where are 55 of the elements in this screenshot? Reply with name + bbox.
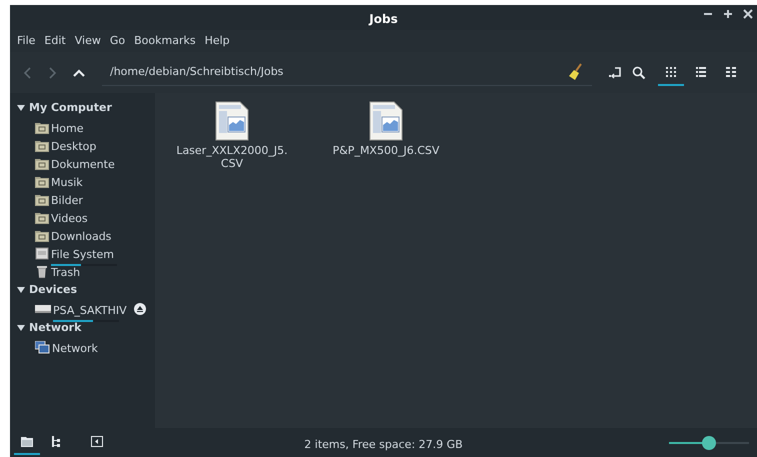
- sidebar-item[interactable]: Downloads: [51, 230, 112, 243]
- folder-icon: [35, 228, 49, 242]
- menu-item[interactable]: Help: [204, 32, 230, 50]
- drive-icon: [35, 246, 49, 260]
- menu-item[interactable]: Bookmarks: [134, 32, 196, 50]
- zoom-slider[interactable]: [669, 434, 749, 450]
- folder-icon: [35, 138, 49, 152]
- sidebar-item[interactable]: Dokumente: [51, 158, 115, 171]
- sidebar-item[interactable]: Desktop: [51, 140, 96, 153]
- up-icon[interactable]: [72, 66, 86, 78]
- sidebar-item[interactable]: Videos: [51, 212, 88, 225]
- trash-icon: [35, 264, 49, 278]
- file-name: P&P_MX500_J6.CSV: [332, 144, 440, 157]
- folder-icon: [35, 174, 49, 188]
- menu-item[interactable]: Edit: [44, 32, 66, 50]
- sidebar-item[interactable]: Home: [51, 122, 84, 135]
- section-heading: Network: [29, 320, 82, 336]
- maximize-icon[interactable]: [723, 9, 733, 19]
- status-text: 2 items, Free space: 27.9 GB: [304, 438, 463, 450]
- sidebar-item[interactable]: PSA_SAKTHIV: [53, 304, 127, 317]
- search-icon[interactable]: [632, 66, 646, 80]
- folder-icon: [21, 436, 33, 446]
- folder-icon: [35, 156, 49, 170]
- sidebar-item[interactable]: File System: [51, 248, 114, 261]
- tree-icon: [51, 436, 63, 447]
- folder-icon: [35, 120, 49, 134]
- slider-thumb[interactable]: [702, 436, 716, 450]
- file-name: Laser_XXLX2000_J5. CSV: [176, 144, 288, 170]
- spreadsheet-file-icon[interactable]: [215, 101, 249, 141]
- spreadsheet-file-icon[interactable]: [369, 101, 403, 141]
- section-heading: My Computer: [29, 100, 112, 116]
- eject-icon[interactable]: [134, 303, 146, 315]
- network-icon: [35, 340, 50, 354]
- sidebar-item[interactable]: Trash: [51, 266, 80, 279]
- menu-item[interactable]: View: [74, 32, 101, 50]
- folder-icon: [35, 192, 49, 206]
- sidebar-item[interactable]: Network: [52, 342, 98, 355]
- expander-icon[interactable]: [17, 287, 25, 293]
- sidebar-item[interactable]: Musik: [51, 176, 83, 189]
- section-heading: Devices: [29, 282, 78, 298]
- folder-icon: [35, 210, 49, 224]
- menu-item[interactable]: Go: [110, 32, 126, 50]
- sidebar-item[interactable]: Bilder: [51, 194, 83, 207]
- menu-item[interactable]: File: [17, 32, 36, 50]
- expander-icon[interactable]: [17, 105, 25, 111]
- expander-icon[interactable]: [17, 325, 25, 331]
- drive-icon: [35, 303, 51, 315]
- columns-icon: [725, 66, 737, 78]
- window-title: Jobs: [369, 12, 398, 26]
- close-icon[interactable]: [743, 9, 753, 19]
- path-toggle-icon[interactable]: [608, 66, 622, 80]
- sidebar-toggle-icon: [91, 436, 103, 447]
- grid-icon: [665, 66, 677, 78]
- broom-icon[interactable]: [568, 63, 584, 81]
- list-icon: [695, 66, 707, 78]
